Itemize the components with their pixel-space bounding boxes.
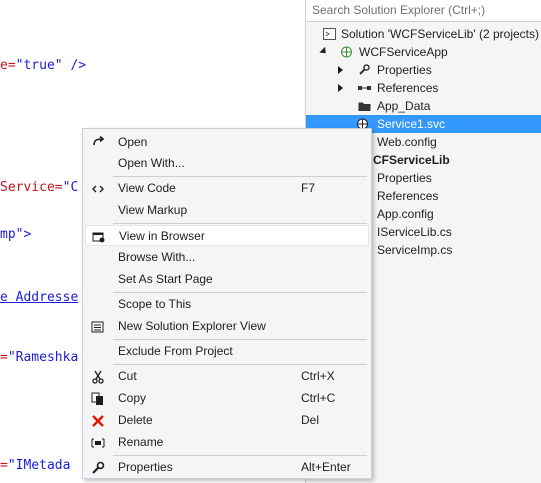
code-line: mp"> xyxy=(0,227,32,242)
menu-item-set-as-start-page[interactable]: Set As Start Page xyxy=(85,269,369,290)
menu-item-open[interactable]: Open xyxy=(85,132,369,153)
copy-icon xyxy=(91,392,103,405)
menu-separator xyxy=(113,339,367,340)
menu-item-browse-with[interactable]: Browse With... xyxy=(85,247,369,268)
menu-separator xyxy=(113,223,367,224)
tree-item-app-data[interactable]: App_Data xyxy=(306,97,541,115)
menu-separator xyxy=(113,292,367,293)
wrench-icon xyxy=(92,461,105,474)
context-menu: Open Open With... View Code F7 View Mark… xyxy=(82,128,372,479)
code-line: e Addresse xyxy=(0,290,79,305)
folder-icon xyxy=(358,102,371,111)
menu-item-open-with[interactable]: Open With... xyxy=(85,153,369,174)
rename-icon xyxy=(91,438,105,448)
wrench-icon xyxy=(359,64,370,75)
open-icon xyxy=(93,136,105,146)
menu-item-properties[interactable]: Properties Alt+Enter xyxy=(85,457,369,478)
code-line: ="IMetada xyxy=(0,458,71,473)
menu-item-delete[interactable]: Delete Del xyxy=(85,410,369,431)
menu-separator xyxy=(113,176,367,177)
tree-item-references[interactable]: References xyxy=(306,79,541,97)
menu-item-view-markup[interactable]: View Markup xyxy=(85,200,369,221)
references-icon xyxy=(358,86,371,90)
menu-item-view-code[interactable]: View Code F7 xyxy=(85,178,369,199)
menu-item-copy[interactable]: Copy Ctrl+C xyxy=(85,388,369,409)
menu-item-exclude-from-project[interactable]: Exclude From Project xyxy=(85,341,369,362)
delete-icon xyxy=(92,415,104,427)
solution-icon xyxy=(323,28,336,40)
tree-item-solution[interactable]: Solution 'WCFServiceLib' (2 projects) xyxy=(306,25,541,43)
menu-item-view-in-browser[interactable]: View in Browser xyxy=(85,225,369,246)
chevron-down-icon[interactable] xyxy=(319,46,329,57)
menu-separator xyxy=(113,364,367,365)
chevron-right-icon[interactable] xyxy=(338,84,343,92)
menu-item-rename[interactable]: Rename xyxy=(85,432,369,453)
code-line: e="true" /> xyxy=(0,58,87,73)
browser-icon xyxy=(92,232,105,243)
new-view-icon xyxy=(91,321,104,333)
chevron-right-icon[interactable] xyxy=(338,66,343,74)
code-line: ="Rameshka xyxy=(0,350,79,365)
menu-item-new-solution-explorer-view[interactable]: New Solution Explorer View xyxy=(85,316,369,337)
menu-item-cut[interactable]: Cut Ctrl+X xyxy=(85,366,369,387)
tree-item-properties[interactable]: Properties xyxy=(306,61,541,79)
menu-item-scope-to-this[interactable]: Scope to This xyxy=(85,294,369,315)
code-icon xyxy=(92,185,104,193)
menu-separator xyxy=(113,455,367,456)
code-line: Service="C xyxy=(0,180,79,195)
search-input[interactable]: Search Solution Explorer (Ctrl+;) xyxy=(306,0,541,22)
tree-item-wcfserviceapp[interactable]: WCFServiceApp xyxy=(306,43,541,61)
web-project-icon xyxy=(341,46,352,58)
scissors-icon xyxy=(92,370,104,384)
